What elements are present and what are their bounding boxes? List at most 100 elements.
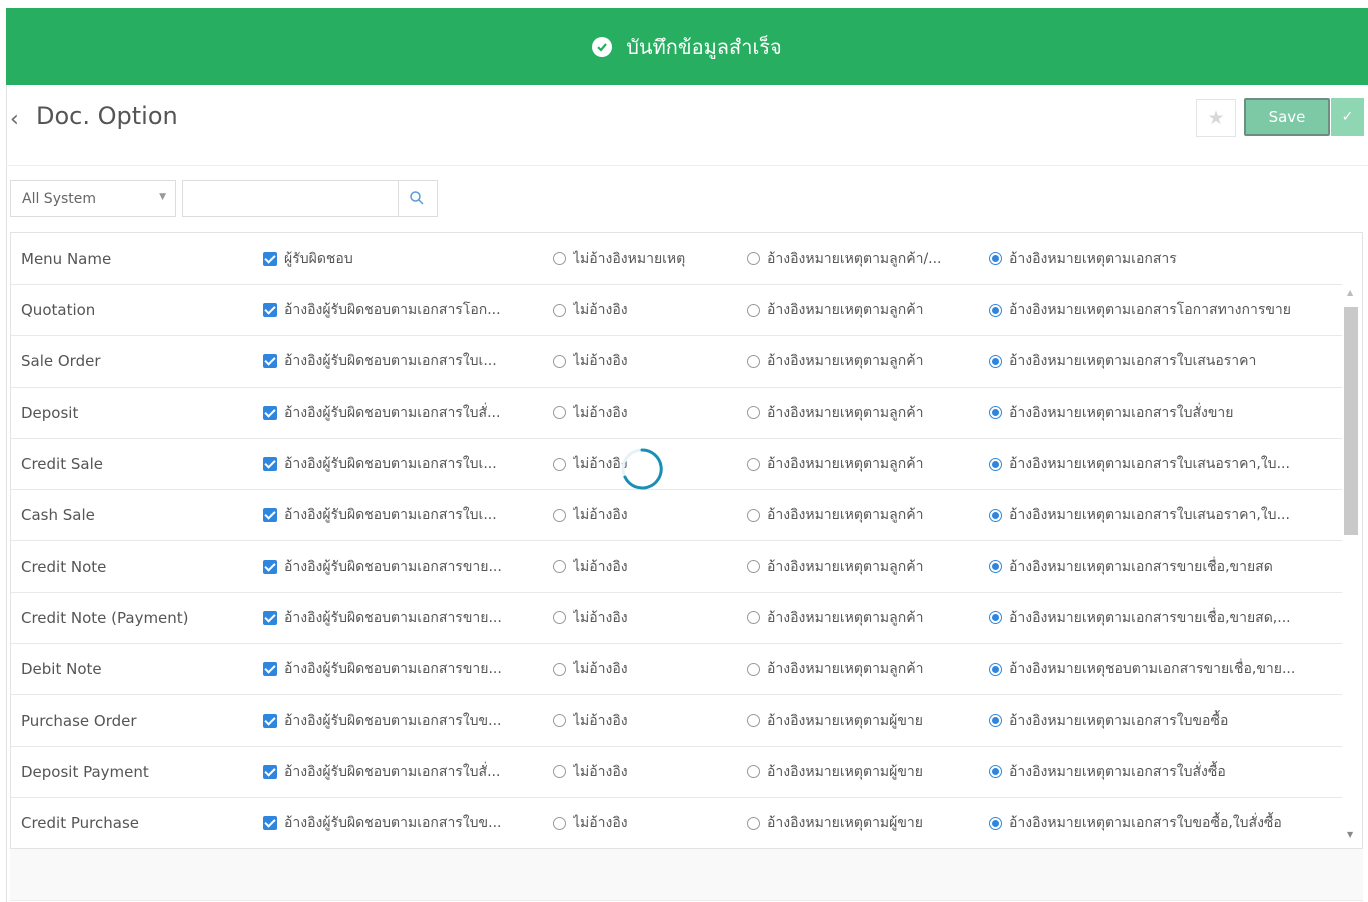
customer-reference-cell[interactable]: อ้างอิงหมายเหตุตามลูกค้า [747, 593, 977, 643]
no-reference-cell[interactable]: ไม่อ้างอิง [553, 644, 733, 694]
responsible-checkbox[interactable] [263, 610, 277, 625]
document-reference-cell[interactable]: อ้างอิงหมายเหตุตามเอกสารใบเสนอราคา,ใบ... [989, 439, 1339, 489]
reference-radio[interactable] [553, 765, 566, 779]
document-reference-cell[interactable]: อ้างอิงหมายเหตุตามเอกสารใบขอซื้อ,ใบสั่งซ… [989, 798, 1339, 848]
header-radio[interactable] [989, 252, 1002, 265]
responsible-cell[interactable]: อ้างอิงผู้รับผิดชอบตามเอกสารใบสั่... [263, 388, 543, 438]
responsible-checkbox[interactable] [263, 559, 277, 574]
responsible-cell[interactable]: อ้างอิงผู้รับผิดชอบตามเอกสารใบสั่... [263, 747, 543, 797]
reference-radio[interactable] [747, 457, 760, 471]
confirm-button[interactable]: ✓ [1331, 98, 1364, 136]
favorite-button[interactable]: ★ [1196, 99, 1236, 137]
document-reference-cell[interactable]: อ้างอิงหมายเหตุตามเอกสารขายเชื่อ,ขายสด,.… [989, 593, 1339, 643]
header-no-reference[interactable]: ไม่อ้างอิงหมายเหตุ [553, 233, 733, 284]
reference-radio[interactable] [553, 611, 566, 625]
customer-reference-cell[interactable]: อ้างอิงหมายเหตุตามลูกค้า [747, 439, 977, 489]
reference-radio[interactable] [553, 560, 566, 574]
reference-radio[interactable] [553, 662, 566, 676]
reference-radio[interactable] [747, 406, 760, 420]
no-reference-cell[interactable]: ไม่อ้างอิง [553, 388, 733, 438]
no-reference-cell[interactable]: ไม่อ้างอิง [553, 542, 733, 592]
vertical-scrollbar[interactable]: ▲ ▼ [1342, 285, 1362, 848]
customer-reference-cell[interactable]: อ้างอิงหมายเหตุตามผู้ขาย [747, 747, 977, 797]
responsible-checkbox[interactable] [263, 405, 277, 420]
responsible-checkbox[interactable] [263, 303, 277, 318]
responsible-checkbox[interactable] [263, 713, 277, 728]
responsible-checkbox[interactable] [263, 457, 277, 472]
no-reference-cell[interactable]: ไม่อ้างอิง [553, 798, 733, 848]
header-radio[interactable] [553, 252, 566, 265]
reference-radio[interactable] [989, 457, 1002, 471]
reference-radio[interactable] [747, 560, 760, 574]
reference-radio[interactable] [989, 303, 1002, 317]
reference-radio[interactable] [553, 508, 566, 522]
header-document-reference[interactable]: อ้างอิงหมายเหตุตามเอกสาร [989, 233, 1339, 284]
scroll-up-icon[interactable]: ▲ [1347, 288, 1353, 297]
reference-radio[interactable] [989, 508, 1002, 522]
reference-radio[interactable] [553, 303, 566, 317]
responsible-checkbox[interactable] [263, 662, 277, 677]
responsible-cell[interactable]: อ้างอิงผู้รับผิดชอบตามเอกสารใบข... [263, 798, 543, 848]
customer-reference-cell[interactable]: อ้างอิงหมายเหตุตามลูกค้า [747, 644, 977, 694]
back-icon[interactable]: ‹ [10, 107, 19, 132]
no-reference-cell[interactable]: ไม่อ้างอิง [553, 593, 733, 643]
no-reference-cell[interactable]: ไม่อ้างอิง [553, 490, 733, 540]
reference-radio[interactable] [553, 354, 566, 368]
reference-radio[interactable] [989, 816, 1002, 830]
reference-radio[interactable] [553, 714, 566, 728]
responsible-cell[interactable]: อ้างอิงผู้รับผิดชอบตามเอกสารโอก... [263, 285, 543, 335]
reference-radio[interactable] [747, 714, 760, 728]
header-customer-reference[interactable]: อ้างอิงหมายเหตุตามลูกค้า/... [747, 233, 977, 284]
customer-reference-cell[interactable]: อ้างอิงหมายเหตุตามผู้ขาย [747, 798, 977, 848]
no-reference-cell[interactable]: ไม่อ้างอิง [553, 285, 733, 335]
no-reference-cell[interactable]: ไม่อ้างอิง [553, 695, 733, 745]
reference-radio[interactable] [989, 765, 1002, 779]
system-filter-select[interactable]: All System ▼ [10, 180, 176, 217]
document-reference-cell[interactable]: อ้างอิงหมายเหตุชอบตามเอกสารขายเชื่อ,ขาย.… [989, 644, 1339, 694]
search-icon[interactable] [409, 190, 425, 210]
reference-radio[interactable] [747, 303, 760, 317]
search-input[interactable] [183, 181, 399, 216]
reference-radio[interactable] [989, 406, 1002, 420]
reference-radio[interactable] [747, 508, 760, 522]
reference-radio[interactable] [989, 611, 1002, 625]
reference-radio[interactable] [747, 611, 760, 625]
customer-reference-cell[interactable]: อ้างอิงหมายเหตุตามลูกค้า [747, 336, 977, 386]
document-reference-cell[interactable]: อ้างอิงหมายเหตุตามเอกสารโอกาสทางการขาย [989, 285, 1339, 335]
select-all-checkbox[interactable] [263, 251, 277, 266]
document-reference-cell[interactable]: อ้างอิงหมายเหตุตามเอกสารใบสั่งขาย [989, 388, 1339, 438]
responsible-cell[interactable]: อ้างอิงผู้รับผิดชอบตามเอกสารใบเ... [263, 439, 543, 489]
document-reference-cell[interactable]: อ้างอิงหมายเหตุตามเอกสารใบสั่งซื้อ [989, 747, 1339, 797]
document-reference-cell[interactable]: อ้างอิงหมายเหตุตามเอกสารใบเสนอราคา [989, 336, 1339, 386]
customer-reference-cell[interactable]: อ้างอิงหมายเหตุตามลูกค้า [747, 542, 977, 592]
reference-radio[interactable] [553, 457, 566, 471]
save-button[interactable]: Save [1244, 98, 1330, 136]
responsible-cell[interactable]: อ้างอิงผู้รับผิดชอบตามเอกสารขาย... [263, 644, 543, 694]
reference-radio[interactable] [553, 816, 566, 830]
responsible-checkbox[interactable] [263, 508, 277, 523]
header-radio[interactable] [747, 252, 760, 265]
reference-radio[interactable] [989, 662, 1002, 676]
reference-radio[interactable] [989, 560, 1002, 574]
scrollbar-thumb[interactable] [1344, 307, 1358, 535]
customer-reference-cell[interactable]: อ้างอิงหมายเหตุตามลูกค้า [747, 388, 977, 438]
responsible-cell[interactable]: อ้างอิงผู้รับผิดชอบตามเอกสารขาย... [263, 542, 543, 592]
responsible-cell[interactable]: อ้างอิงผู้รับผิดชอบตามเอกสารใบเ... [263, 336, 543, 386]
reference-radio[interactable] [747, 816, 760, 830]
document-reference-cell[interactable]: อ้างอิงหมายเหตุตามเอกสารใบขอซื้อ [989, 695, 1339, 745]
customer-reference-cell[interactable]: อ้างอิงหมายเหตุตามลูกค้า [747, 490, 977, 540]
reference-radio[interactable] [989, 714, 1002, 728]
customer-reference-cell[interactable]: อ้างอิงหมายเหตุตามผู้ขาย [747, 695, 977, 745]
responsible-cell[interactable]: อ้างอิงผู้รับผิดชอบตามเอกสารใบข... [263, 695, 543, 745]
document-reference-cell[interactable]: อ้างอิงหมายเหตุตามเอกสารใบเสนอราคา,ใบ... [989, 490, 1339, 540]
responsible-cell[interactable]: อ้างอิงผู้รับผิดชอบตามเอกสารใบเ... [263, 490, 543, 540]
responsible-checkbox[interactable] [263, 764, 277, 779]
document-reference-cell[interactable]: อ้างอิงหมายเหตุตามเอกสารขายเชื่อ,ขายสด [989, 542, 1339, 592]
reference-radio[interactable] [747, 354, 760, 368]
customer-reference-cell[interactable]: อ้างอิงหมายเหตุตามลูกค้า [747, 285, 977, 335]
reference-radio[interactable] [747, 662, 760, 676]
reference-radio[interactable] [553, 406, 566, 420]
reference-radio[interactable] [989, 354, 1002, 368]
no-reference-cell[interactable]: ไม่อ้างอิง [553, 747, 733, 797]
responsible-checkbox[interactable] [263, 816, 277, 831]
